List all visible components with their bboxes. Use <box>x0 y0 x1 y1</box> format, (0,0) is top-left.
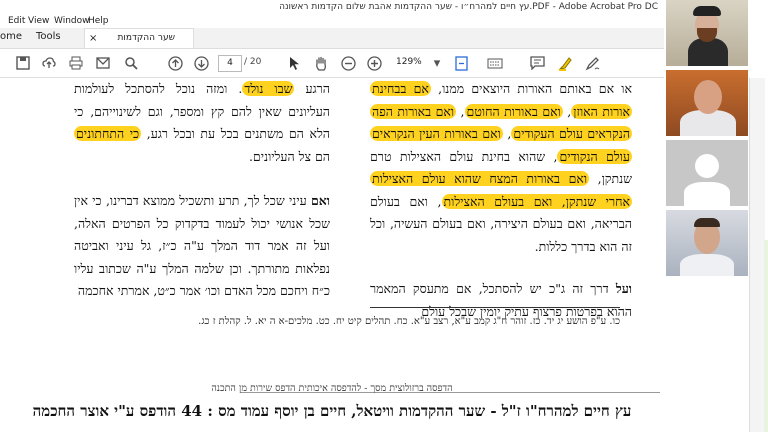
pdf-page-view[interactable]: או אם באותם האורות היוצאים ממנו, אם בבחי… <box>0 78 664 396</box>
fit-page-icon[interactable] <box>452 54 470 72</box>
comment-icon[interactable] <box>528 54 546 72</box>
pen-icon[interactable] <box>583 54 601 72</box>
person-body <box>680 254 734 276</box>
scrollbar[interactable] <box>749 78 765 432</box>
page-down-icon[interactable] <box>192 54 210 72</box>
tab-tools[interactable]: Tools <box>36 31 61 42</box>
window-titlebar: עץ חיים למהרח״ו - שער ההקדמות אהבת שלום … <box>0 0 664 14</box>
highlight-annotation: הנקראים עולם העקודים <box>511 126 633 141</box>
side-panel-edge <box>764 240 768 432</box>
highlight-annotation: ואם באורות הפה <box>370 103 457 119</box>
hair-icon <box>694 218 720 227</box>
upload-icon[interactable] <box>40 54 58 72</box>
text-run: או אם באותם האורות היוצאים ממנו, <box>430 81 632 96</box>
close-icon[interactable]: × <box>89 29 97 48</box>
zoom-in-icon[interactable] <box>365 54 383 72</box>
email-icon[interactable] <box>94 54 112 72</box>
right-text-column: או אם באותם האורות היוצאים ממנו, אם בבחי… <box>370 78 633 323</box>
tab-document[interactable]: × שער ההקדמות אהב... <box>84 28 194 62</box>
keyboard-icon[interactable] <box>486 54 504 72</box>
participant-video-3[interactable] <box>666 140 748 206</box>
hand-icon[interactable] <box>312 54 330 72</box>
zoom-out-icon[interactable] <box>339 54 357 72</box>
tab-bar: ome Tools × שער ההקדמות אהב... <box>0 28 664 62</box>
window-title: עץ חיים למהרח״ו - שער ההקדמות אהבת שלום … <box>279 2 658 12</box>
highlight-annotation: אורות האוזן <box>571 103 632 119</box>
tab-home[interactable]: ome <box>0 31 22 42</box>
menu-edit[interactable]: Edit <box>8 14 25 28</box>
page-footer-banner: עץ חיים למהרח"ו ז"ל - שער ההקדמות וויטאל… <box>0 396 664 432</box>
search-icon[interactable] <box>122 54 140 72</box>
highlight-annotation: ואם באורות המצח שהוא עולם האצילות <box>370 171 590 186</box>
participant-video-2[interactable] <box>666 70 748 136</box>
left-text-column: הרגע שבו נולד. ומזה נוכל להסתכל לעולמות … <box>74 78 330 303</box>
save-icon[interactable] <box>14 54 32 72</box>
text-run: דרך זה ג"כ יש להסתכל, אם מתעסק המאמר ההו… <box>370 281 632 319</box>
chevron-down-icon[interactable]: ▾ <box>428 54 446 72</box>
menu-view[interactable]: View <box>28 14 49 28</box>
highlight-annotation: כי התחתונים <box>74 126 142 141</box>
highlight-annotation: אחרי שנתקן, ואם בעולם האצילות <box>441 193 632 209</box>
print-icon[interactable] <box>67 54 85 72</box>
paragraph: ואם עיני שכל לך, תרע ותשכיל ממוצא דברינו… <box>74 190 330 303</box>
highlighter-icon[interactable] <box>556 54 574 72</box>
toolbar: 4 / 20 129% ▾ <box>0 49 664 78</box>
highlight-annotation: שבו נולד <box>242 81 295 96</box>
paragraph-lead-word: ואם <box>310 193 330 208</box>
participant-video-4[interactable] <box>666 210 748 276</box>
text-run: הם צל העליונים. <box>248 148 330 164</box>
print-notice: הדפסה ברזולוצית מסך - להדפסה איכותית הדפ… <box>211 383 453 394</box>
footnote-separator <box>370 307 620 308</box>
text-run: הרגע <box>294 81 330 96</box>
paragraph: או אם באותם האורות היוצאים ממנו, אם בבחי… <box>370 78 633 258</box>
highlight-annotation: אם בבחינת <box>370 81 431 96</box>
highlight-annotation: ואם באורות החוטם <box>464 103 563 119</box>
participant-video-1[interactable] <box>666 0 748 66</box>
menu-window[interactable]: Window <box>54 14 90 28</box>
person-body <box>688 38 728 66</box>
avatar-placeholder-icon <box>695 154 719 178</box>
menu-help[interactable]: Help <box>88 14 109 28</box>
kippah-icon <box>693 6 721 16</box>
person-head <box>694 80 722 114</box>
page-up-icon[interactable] <box>166 54 184 72</box>
avatar-placeholder-body <box>684 182 730 206</box>
text-run: עיני שכל לך, תרע ותשכיל ממוצא דברינו, כי… <box>74 193 330 298</box>
menu-bar: Edit View Window Help <box>0 14 664 28</box>
paragraph-lead-word: ועל <box>615 281 632 296</box>
page-total: / 20 <box>244 57 262 67</box>
text-run: , <box>456 103 465 119</box>
footnotes: כו. ע"פ הושע יג יד. כז. זוהר ח"ג קמב ע"א… <box>198 316 620 327</box>
cursor-icon[interactable] <box>286 54 304 72</box>
zoom-level-dropdown[interactable]: 129% <box>396 55 422 70</box>
highlight-annotation: עולם הנקודים <box>557 148 632 164</box>
page-number-input[interactable]: 4 <box>218 55 242 72</box>
highlight-annotation: ואם באורות העין הנקראים <box>370 126 503 141</box>
paragraph: הרגע שבו נולד. ומזה נוכל להסתכל לעולמות … <box>74 78 330 168</box>
